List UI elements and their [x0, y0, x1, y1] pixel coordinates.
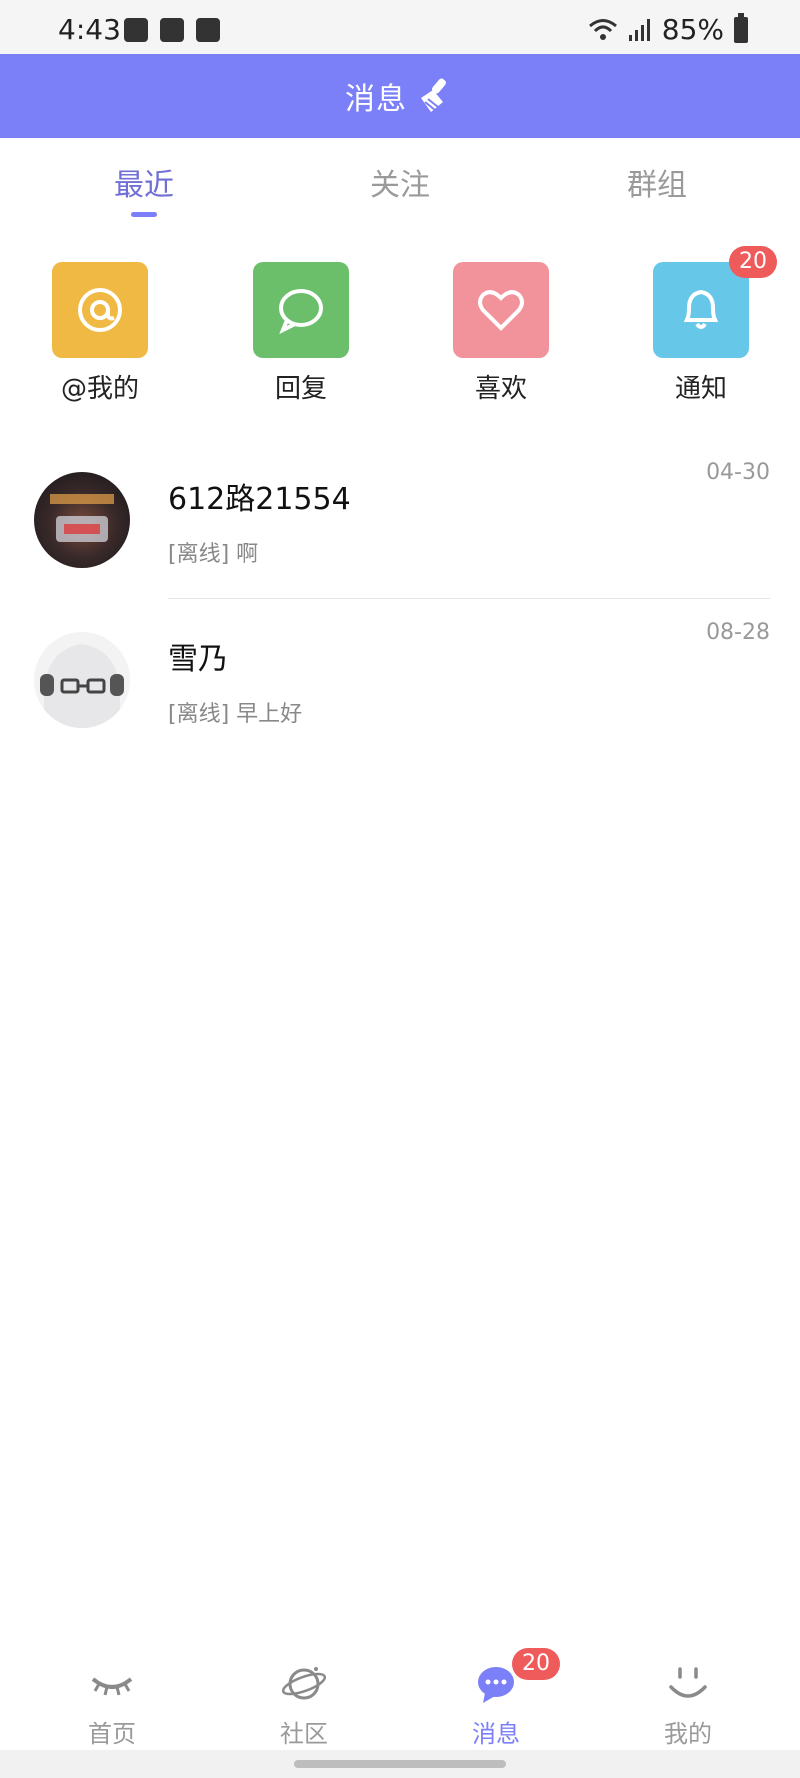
- app-notification-icon: [160, 18, 184, 42]
- battery-icon: [734, 12, 748, 43]
- quick-action-notifications[interactable]: 20 通知: [641, 246, 777, 405]
- notifications-tile[interactable]: 20: [653, 246, 777, 358]
- bus-photo-avatar-image: [50, 494, 114, 542]
- replies-tile[interactable]: [253, 262, 349, 358]
- quick-action-replies[interactable]: 回复: [241, 262, 361, 405]
- home-indicator[interactable]: [294, 1760, 506, 1768]
- conversation-item[interactable]: 雪乃 [离线] 早上好 08-28: [0, 600, 800, 760]
- nav-messages-label: 消息: [472, 1720, 520, 1748]
- likes-label: 喜欢: [474, 374, 527, 404]
- avatar[interactable]: [34, 472, 130, 568]
- conversation-date: 04-30: [706, 460, 770, 485]
- conversation-item[interactable]: 612路21554 [离线] 啊 04-30: [0, 440, 800, 600]
- nav-me[interactable]: 我的: [628, 1662, 748, 1749]
- nav-home-label: 首页: [88, 1720, 136, 1748]
- planet-icon: [281, 1667, 327, 1700]
- conversation-preview: [离线] 早上好: [168, 702, 303, 727]
- list-divider: [168, 598, 770, 599]
- anime-character-avatar-image: [40, 644, 124, 728]
- header-bar: 消息: [0, 54, 800, 138]
- quick-action-likes[interactable]: 喜欢: [441, 262, 561, 405]
- conversation-preview: [离线] 啊: [168, 542, 259, 567]
- status-notification-icons: [124, 18, 220, 42]
- status-bar: 4:43 85%: [0, 0, 800, 54]
- nav-community[interactable]: 社区: [244, 1662, 364, 1749]
- battery-percent: 85%: [661, 13, 724, 46]
- conversation-name: 雪乃: [168, 642, 228, 677]
- status-time: 4:43: [58, 13, 121, 46]
- quick-action-mentions[interactable]: @我的: [40, 262, 160, 405]
- active-tab-indicator: [131, 212, 157, 217]
- message-tabs: 最近 关注 群组: [0, 138, 800, 228]
- at-icon: [78, 288, 122, 332]
- notifications-badge: 20: [729, 246, 777, 278]
- bottom-navigation: 首页 社区 20 消息 我的: [0, 1640, 800, 1750]
- tab-recent[interactable]: 最近: [84, 160, 204, 204]
- replies-label: 回复: [274, 374, 327, 404]
- chat-bubble-icon: [279, 289, 323, 335]
- image-icon: [124, 18, 148, 42]
- status-right: 85%: [588, 12, 748, 46]
- conversation-date: 08-28: [706, 620, 770, 645]
- signal-icon: [628, 18, 650, 41]
- messages-badge: 20: [512, 1648, 560, 1680]
- wifi-icon: [588, 18, 617, 40]
- heart-icon: [478, 290, 524, 331]
- notifications-label: 通知: [674, 374, 727, 404]
- clear-broom-icon[interactable]: [415, 76, 455, 116]
- mentions-tile[interactable]: [52, 262, 148, 358]
- mentions-label: @我的: [60, 374, 139, 404]
- nav-home[interactable]: 首页: [52, 1662, 172, 1749]
- smile-icon: [669, 1667, 707, 1698]
- likes-tile[interactable]: [453, 262, 549, 358]
- conversation-name: 612路21554: [168, 482, 351, 517]
- bell-icon: [683, 289, 719, 329]
- nav-community-label: 社区: [280, 1720, 328, 1748]
- page-title: 消息: [345, 82, 407, 117]
- system-home-bar: [0, 1750, 800, 1778]
- eye-icon: [91, 1677, 133, 1696]
- nav-messages[interactable]: 20 消息: [436, 1648, 560, 1749]
- tab-following[interactable]: 关注: [340, 160, 460, 204]
- tab-groups[interactable]: 群组: [597, 160, 717, 204]
- mail-icon: [196, 18, 220, 42]
- avatar[interactable]: [34, 632, 130, 728]
- nav-me-label: 我的: [664, 1720, 712, 1748]
